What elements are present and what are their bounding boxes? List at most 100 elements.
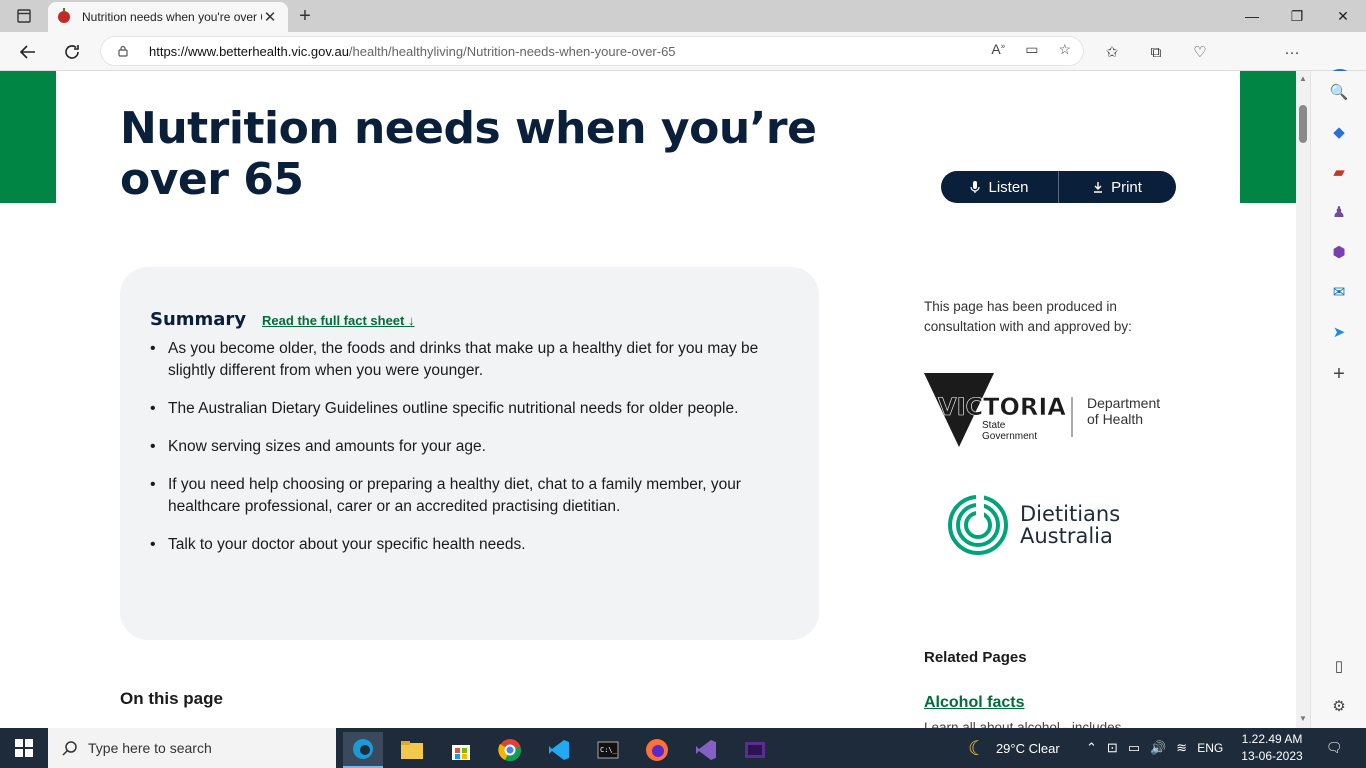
refresh-icon [65, 45, 79, 59]
games-icon[interactable]: ♟ [1328, 201, 1350, 223]
settings-gear-icon[interactable]: ⚙ [1328, 695, 1350, 717]
weather-text: 29°C Clear [995, 740, 1060, 756]
clock[interactable]: 1.22.49 AM 13-06-2023 [1234, 731, 1310, 765]
maximize-button[interactable]: ❐ [1274, 0, 1320, 32]
tab-actions-button[interactable] [8, 6, 40, 26]
summary-list: As you become older, the foods and drink… [150, 338, 789, 556]
emulator-icon[interactable] [735, 732, 775, 768]
victoria-wordmark: VICTORIA [938, 393, 1066, 421]
listen-button[interactable]: Listen [941, 171, 1058, 203]
taskbar-search-input[interactable]: Type here to search [48, 728, 336, 768]
state-text: State [982, 420, 1006, 431]
government-text: Government [982, 431, 1037, 442]
address-bar: https://www.betterhealth.vic.gov.au/heal… [0, 32, 1366, 97]
browser-tab[interactable]: Nutrition needs when you're over 65 ✕ [48, 2, 288, 32]
summary-point: As you become older, the foods and drink… [150, 338, 760, 382]
scroll-down-icon[interactable]: ▼ [1298, 714, 1308, 723]
alcohol-facts-description: Learn all about alcohol - includes [924, 720, 1122, 728]
volume-icon[interactable]: 🔊 [1150, 740, 1166, 756]
lock-icon[interactable] [117, 45, 129, 57]
performance-icon[interactable]: ♡ [1188, 40, 1212, 64]
summary-box: Summary Read the full fact sheet ↓ As yo… [120, 267, 819, 640]
summary-point: The Australian Dietary Guidelines outlin… [150, 398, 760, 420]
visual-studio-icon[interactable] [686, 732, 726, 768]
svg-text:C:\_: C:\_ [600, 746, 618, 754]
read-aloud-icon[interactable]: A» [991, 41, 1005, 58]
favorite-star-icon[interactable]: ☆ [1058, 41, 1071, 58]
new-tab-button[interactable]: + [293, 4, 317, 28]
url-input[interactable]: https://www.betterhealth.vic.gov.au/heal… [100, 36, 1084, 66]
australia-text: Australia [1020, 524, 1113, 548]
weather-widget[interactable]: ☾ 29°C Clear [968, 728, 1060, 768]
summary-point: If you need help choosing or preparing a… [150, 474, 760, 518]
arrow-down-icon: ↓ [407, 313, 415, 328]
search-icon [62, 741, 77, 756]
of-health-text: of Health [1087, 411, 1143, 427]
dietitians-australia-logo[interactable]: Dietitians Australia [946, 493, 1146, 557]
microphone-icon [970, 181, 981, 193]
search-icon[interactable]: 🔍 [1328, 81, 1350, 103]
page-scrollbar[interactable]: ▲ ▼ [1296, 71, 1310, 728]
minimize-button[interactable]: — [1229, 0, 1275, 32]
download-icon [1094, 182, 1103, 193]
on-this-page-heading: On this page [120, 689, 223, 708]
chrome-icon[interactable] [490, 732, 530, 768]
windows-start-icon[interactable] [14, 738, 34, 758]
related-pages-heading: Related Pages [924, 649, 1027, 666]
language-indicator[interactable]: ENG [1197, 741, 1223, 755]
produced-by-text: This page has been produced in consultat… [924, 299, 1132, 334]
dietitians-text: Dietitians [1020, 502, 1120, 526]
favorites-icon[interactable]: ✩ [1100, 40, 1124, 64]
victoria-government-logo[interactable]: VICTORIA State Government Department of … [924, 373, 1184, 453]
tab-close-icon[interactable]: ✕ [262, 8, 278, 26]
back-arrow-icon [19, 45, 35, 59]
show-hidden-icons-icon[interactable]: ⌃ [1086, 740, 1097, 756]
close-window-button[interactable]: ✕ [1320, 0, 1366, 32]
network-adapter-icon[interactable]: ⊡ [1107, 740, 1118, 756]
firefox-icon[interactable] [637, 732, 677, 768]
terminal-icon[interactable]: C:\_ [588, 732, 628, 768]
tools-icon[interactable]: ▰ [1328, 161, 1350, 183]
file-explorer-icon[interactable] [392, 732, 432, 768]
outlook-icon[interactable]: ✉ [1328, 281, 1350, 303]
edge-sidebar: 🔍 ◆ ▰ ♟ ⬢ ✉ ➤ + ▯ ⚙ [1310, 71, 1366, 728]
store-icon[interactable] [441, 732, 481, 768]
url-host: https://www.betterhealth.vic.gov.au [149, 43, 349, 59]
notifications-icon[interactable]: 🗨 [1326, 728, 1343, 768]
url-path: /health/healthyliving/Nutrition-needs-wh… [348, 43, 676, 59]
tab-title: Nutrition needs when you're over 65 [82, 10, 262, 24]
immersive-reader-icon[interactable]: ▭ [1025, 41, 1038, 58]
clock-date: 13-06-2023 [1241, 749, 1303, 763]
split-screen-icon[interactable]: ▯ [1328, 655, 1350, 677]
edge-app-icon[interactable] [343, 732, 383, 768]
header-green-band-right [1240, 71, 1296, 203]
alcohol-facts-link[interactable]: Alcohol facts [924, 694, 1024, 712]
refresh-button[interactable] [58, 40, 86, 64]
collections-icon[interactable]: ⧉ [1144, 40, 1168, 64]
summary-point: Know serving sizes and amounts for your … [150, 436, 760, 458]
full-fact-sheet-link[interactable]: Read the full fact sheet ↓ [262, 313, 414, 328]
scroll-up-icon[interactable]: ▲ [1298, 74, 1308, 83]
print-button[interactable]: Print [1058, 171, 1176, 203]
wifi-icon[interactable]: ≋ [1176, 740, 1187, 756]
clock-time: 1.22.49 AM [1241, 732, 1303, 746]
department-text: Department [1087, 395, 1160, 411]
web-page: Nutrition needs when you’re over 65 List… [0, 71, 1296, 728]
vscode-icon[interactable] [539, 732, 579, 768]
page-actions: Listen Print [941, 171, 1176, 203]
office-icon[interactable]: ⬢ [1328, 241, 1350, 263]
add-sidebar-app-icon[interactable]: + [1328, 363, 1350, 385]
back-button[interactable] [14, 40, 42, 64]
listen-label: Listen [988, 178, 1029, 196]
battery-icon[interactable]: ▭ [1128, 740, 1140, 756]
scroll-thumb[interactable] [1299, 105, 1307, 143]
summary-point: Talk to your doctor about your specific … [150, 534, 760, 556]
apple-favicon-icon [58, 8, 70, 23]
print-label: Print [1111, 178, 1142, 196]
drop-icon[interactable]: ➤ [1328, 321, 1350, 343]
system-tray: ⌃ ⊡ ▭ 🔊 ≋ ENG [1086, 728, 1223, 768]
tab-actions-icon [17, 9, 31, 23]
tab-bar: Nutrition needs when you're over 65 ✕ + … [0, 0, 1366, 32]
shopping-icon[interactable]: ◆ [1328, 121, 1350, 143]
more-menu-icon[interactable]: ··· [1280, 40, 1304, 64]
